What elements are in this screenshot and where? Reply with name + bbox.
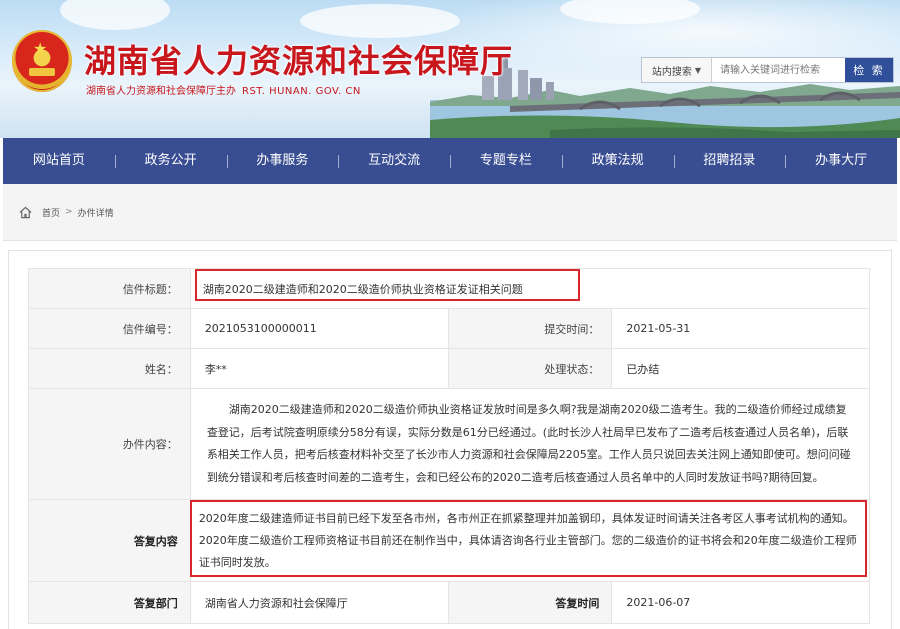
breadcrumb-home-link[interactable]: 首页 — [42, 206, 60, 219]
submit-time-label: 提交时间： — [447, 308, 613, 349]
search-button[interactable]: 检 索 — [845, 58, 893, 82]
breadcrumb: 首页 > 办件详情 — [3, 184, 897, 241]
reply-dept-value: 湖南省人力资源和社会保障厅 — [189, 581, 449, 624]
letter-number-label: 信件编号： — [28, 308, 191, 349]
status-label: 处理状态： — [447, 348, 613, 389]
breadcrumb-separator: > — [65, 207, 73, 217]
reply-content-label: 答复内容 — [28, 499, 191, 582]
content-label: 办件内容： — [28, 388, 191, 500]
reply-line: 2020年度二级造价工程师资格证书目前还在制作当中，具体请咨询各行业主管部门。您… — [198, 533, 857, 569]
search-scope-label: 站内搜索 — [651, 66, 692, 78]
search-box: 站内搜索 ▼ 检 索 — [641, 57, 894, 83]
letter-detail-table: 信件标题： 湖南2020二级建造师和2020二级造价师执业资格证发证相关问题 信… — [28, 268, 871, 624]
table-row: 信件编号： 2021053100000011 提交时间： 2021-05-31 — [28, 308, 870, 349]
reply-dept-label: 答复部门 — [28, 581, 191, 624]
table-row: 答复部门 湖南省人力资源和社会保障厅 答复时间 2021-06-07 — [28, 581, 870, 624]
chevron-down-icon: ▼ — [694, 65, 702, 75]
nav-item-special-topics[interactable]: 专题专栏 — [450, 138, 562, 184]
table-row: 答复内容 2020年度二级建造师证书目前已经下发至各市州，各市州正在抓紧整理并加… — [28, 499, 871, 582]
reply-time-label: 答复时间 — [447, 581, 613, 624]
search-input[interactable] — [712, 58, 845, 82]
national-emblem-icon: ★ — [12, 30, 72, 92]
table-row: 办件内容： 湖南2020二级建造师和2020二级造价师执业资格证发放时间是多久啊… — [28, 388, 871, 500]
letter-title-value: 湖南2020二级建造师和2020二级造价师执业资格证发证相关问题 — [189, 268, 871, 309]
name-value: 李** — [189, 348, 449, 389]
site-banner: ★ 湖南省人力资源和社会保障厅 湖南省人力资源和社会保障厅主办 RST. HUNA… — [0, 0, 900, 138]
nav-item-recruitment[interactable]: 招聘招录 — [673, 138, 786, 184]
content-value: 湖南2020二级建造师和2020二级造价师执业资格证发放时间是多久啊?我是湖南2… — [189, 388, 871, 500]
cloud — [300, 4, 460, 38]
search-scope-select[interactable]: 站内搜索 ▼ — [642, 58, 712, 82]
nav-item-policies[interactable]: 政策法规 — [561, 138, 674, 184]
reply-time-value: 2021-06-07 — [611, 581, 870, 624]
nav-item-service-hall[interactable]: 办事大厅 — [785, 138, 897, 184]
reply-content-value: 2020年度二级建造师证书目前已经下发至各市州，各市州正在抓紧整理并加盖钢印，具… — [189, 499, 871, 582]
name-label: 姓名： — [28, 348, 191, 389]
nav-item-government-affairs[interactable]: 政务公开 — [114, 138, 227, 184]
nav-item-interaction[interactable]: 互动交流 — [338, 138, 450, 184]
home-icon — [19, 206, 32, 218]
table-row: 信件标题： 湖南2020二级建造师和2020二级造价师执业资格证发证相关问题 — [28, 268, 871, 309]
letter-title-label: 信件标题： — [28, 268, 191, 309]
letter-number-value: 2021053100000011 — [189, 308, 449, 349]
site-title: 湖南省人力资源和社会保障厅 — [84, 42, 514, 80]
site-subtitle: 湖南省人力资源和社会保障厅主办 RST. HUNAN. GOV. CN — [86, 82, 361, 97]
cloud — [60, 0, 170, 30]
status-value: 已办结 — [611, 348, 870, 389]
submit-time-value: 2021-05-31 — [611, 308, 870, 349]
site-url-text: RST. HUNAN. GOV. CN — [242, 86, 361, 97]
reply-line: 2020年度二级建造师证书目前已经下发至各市州，各市州正在抓紧整理并加盖钢印，具… — [198, 511, 854, 525]
main-nav: 网站首页 政务公开 办事服务 互动交流 专题专栏 政策法规 招聘招录 办事大厅 — [3, 138, 897, 184]
nav-item-home[interactable]: 网站首页 — [3, 138, 115, 184]
breadcrumb-current: 办件详情 — [77, 208, 114, 219]
table-row: 姓名： 李** 处理状态： 已办结 — [28, 348, 870, 389]
site-sponsor-text: 湖南省人力资源和社会保障厅主办 — [86, 86, 236, 97]
nav-item-services[interactable]: 办事服务 — [226, 138, 339, 184]
